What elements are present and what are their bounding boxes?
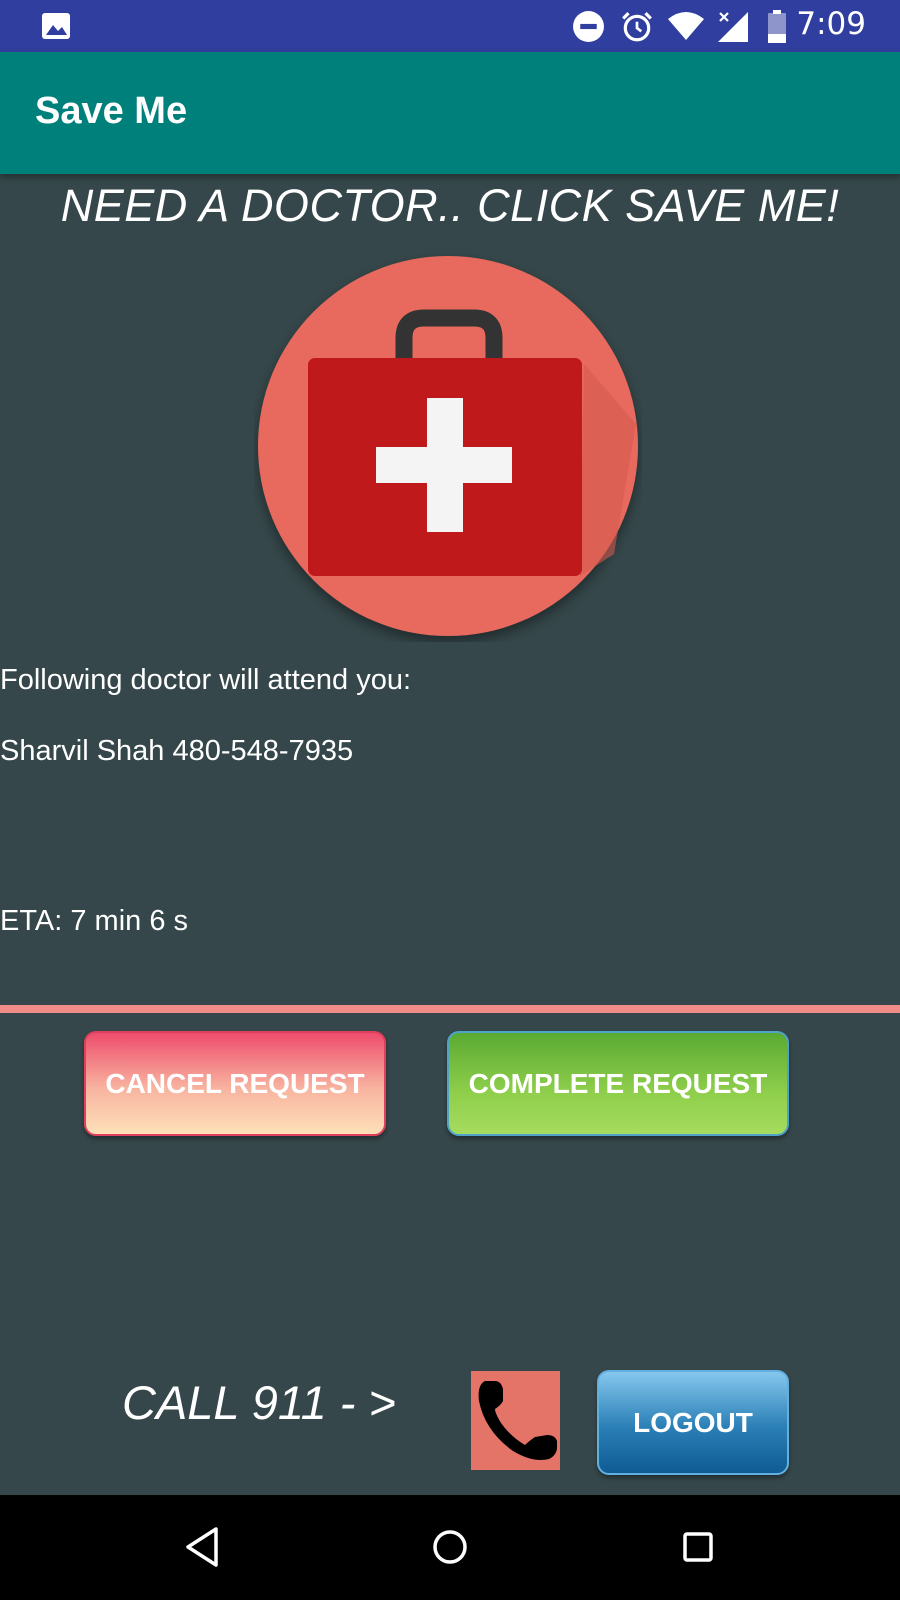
status-bar: 7:09 — [0, 0, 900, 52]
call-911-button[interactable] — [471, 1371, 560, 1470]
cell-signal-icon — [718, 12, 748, 42]
app-bar: Save Me — [0, 52, 900, 174]
app-title: Save Me — [35, 90, 188, 132]
first-aid-kit-icon[interactable] — [254, 254, 642, 642]
call-911-label: CALL 911 - > — [122, 1376, 396, 1429]
battery-icon — [768, 10, 786, 43]
alarm-icon — [622, 12, 652, 42]
recents-icon[interactable] — [678, 1525, 718, 1569]
logout-button[interactable]: LOGOUT — [597, 1370, 789, 1475]
home-icon[interactable] — [430, 1525, 470, 1569]
cancel-request-button[interactable]: CANCEL REQUEST — [84, 1031, 386, 1136]
system-nav-bar — [0, 1495, 900, 1600]
do-not-disturb-icon — [573, 11, 604, 42]
doctor-intro-text: Following doctor will attend you: — [0, 664, 412, 696]
status-time: 7:09 — [796, 6, 866, 42]
wifi-icon — [668, 12, 704, 40]
phone-icon — [478, 1381, 557, 1460]
headline: NEED A DOCTOR.. CLICK SAVE ME! — [60, 180, 840, 231]
doctor-info-text: Sharvil Shah 480-548-7935 — [0, 735, 354, 767]
complete-request-button[interactable]: COMPLETE REQUEST — [447, 1031, 789, 1136]
divider — [0, 1005, 900, 1013]
eta-text: ETA: 7 min 6 s — [0, 905, 189, 937]
back-icon[interactable] — [182, 1525, 222, 1569]
image-notification-icon — [42, 13, 70, 39]
